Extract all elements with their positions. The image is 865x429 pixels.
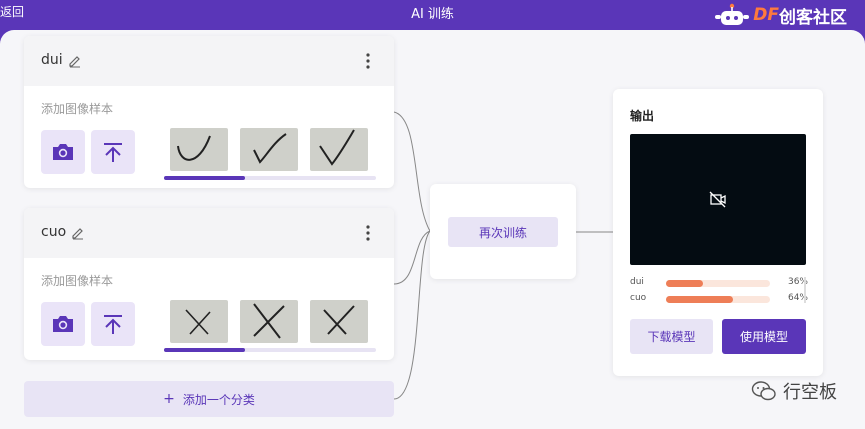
camera-icon [53,144,73,160]
edit-icon[interactable] [68,54,82,68]
watermark: 行空板 [751,378,837,404]
sample-progress-fill [164,176,245,180]
sample-progress-track [164,176,376,180]
use-model-button[interactable]: 使用模型 [722,319,806,354]
sample-thumbnail[interactable] [240,300,298,343]
webcam-button[interactable] [41,302,85,346]
sample-thumbnail[interactable] [170,128,228,171]
upload-icon [104,143,122,162]
retrain-button[interactable]: 再次训练 [448,217,558,247]
upload-icon [104,315,122,334]
class-card-header: dui [24,36,394,86]
camera-icon [53,316,73,332]
camera-preview [630,134,806,265]
plus-icon: + [163,391,175,407]
result-bar-fill [666,280,704,287]
add-class-label: 添加一个分类 [182,392,255,407]
more-vertical-icon[interactable] [360,224,376,242]
brand-df: DF [753,5,779,25]
camera-off-icon [709,191,726,208]
brand-name: 创客社区 [779,7,847,28]
class-card-dui: dui 添加图像样本 [24,36,394,188]
upload-button[interactable] [91,302,135,346]
result-bar-fill [666,296,733,303]
brand-logo: DF 创客社区 [713,2,847,28]
training-card: 再次训练 [430,184,576,279]
class-name: cuo [41,224,67,240]
sample-thumbnail[interactable] [310,300,368,343]
result-label: cuo [630,293,647,303]
class-card-cuo: cuo 添加图像样本 [24,208,394,360]
result-row: dui 36% [630,277,808,291]
class-card-body: 添加图像样本 [24,86,394,188]
add-samples-label: 添加图像样本 [41,274,114,288]
upload-button[interactable] [91,130,135,174]
class-card-body: 添加图像样本 [24,258,394,360]
add-class-button[interactable]: + 添加一个分类 [24,381,394,417]
sample-progress-track [164,348,376,352]
result-label: dui [630,277,644,287]
result-percent: 36% [787,277,808,287]
edit-icon[interactable] [71,226,85,240]
result-bar-track [666,280,770,287]
output-card: 输出 dui 36% cuo 64% 下载模型 使用模型 [613,89,823,376]
sample-thumbnail[interactable] [310,128,368,171]
sample-progress-fill [164,348,245,352]
add-samples-label: 添加图像样本 [41,102,114,116]
webcam-button[interactable] [41,130,85,174]
class-card-header: cuo [24,208,394,258]
results-scrollbar[interactable] [804,277,806,303]
sample-thumbnail[interactable] [170,300,228,343]
sample-thumbnail[interactable] [240,128,298,171]
top-bar: 返回 AI 训练 DF 创客社区 [0,0,865,30]
robot-mascot-icon [715,3,750,25]
result-bar-track [666,296,770,303]
wechat-icon [751,381,776,401]
download-model-button[interactable]: 下载模型 [630,319,713,354]
class-name: dui [41,52,63,68]
watermark-text: 行空板 [783,382,837,403]
result-row: cuo 64% [630,293,808,307]
more-vertical-icon[interactable] [360,52,376,70]
result-percent: 64% [787,293,808,303]
output-title: 输出 [630,109,655,123]
